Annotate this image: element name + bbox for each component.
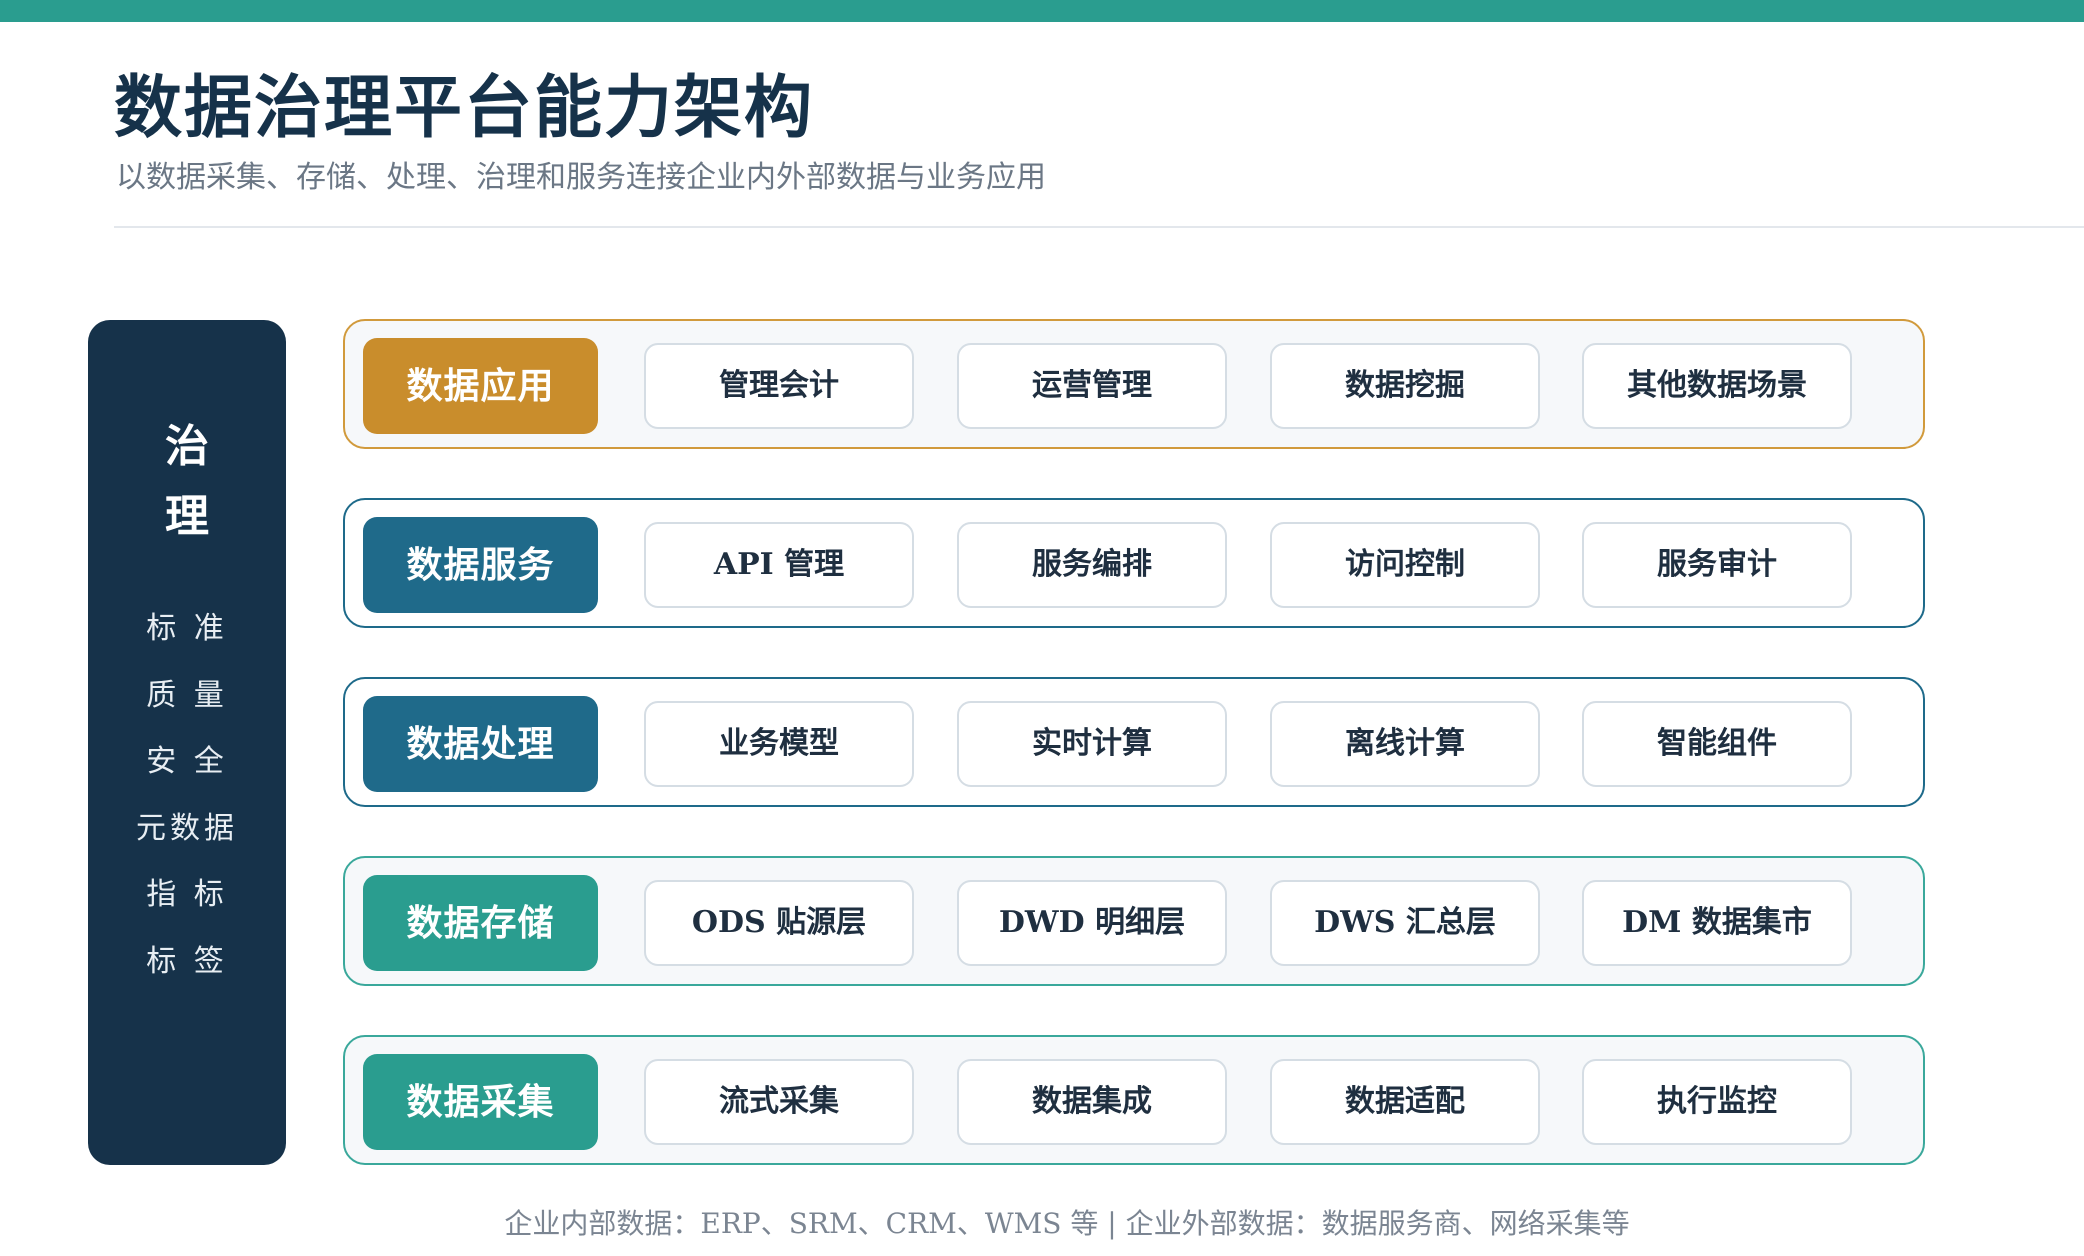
capability-chip: DWD 明细层 — [957, 880, 1227, 966]
capability-chip: DM 数据集市 — [1582, 880, 1852, 966]
capability-chip: 实时计算 — [957, 701, 1227, 787]
layer-label: 数据存储 — [363, 875, 598, 971]
capability-chip: 运营管理 — [957, 343, 1227, 429]
top-accent-band — [0, 0, 2084, 22]
governance-item-metadata: 元数据 — [136, 810, 238, 846]
governance-item-quality: 质 量 — [146, 677, 228, 713]
governance-item-tags: 标 签 — [146, 943, 228, 979]
governance-panel: 治 理 标 准 质 量 安 全 元数据 指 标 标 签 — [88, 320, 286, 1165]
governance-item-security: 安 全 — [146, 744, 228, 779]
governance-item-list: 标 准 质 量 安 全 元数据 指 标 标 签 — [88, 596, 286, 995]
capability-chip: 离线计算 — [1270, 701, 1540, 787]
capability-chip: 数据集成 — [957, 1059, 1227, 1145]
governance-title: 治 理 — [88, 412, 286, 552]
page-title: 数据治理平台能力架构 — [114, 68, 815, 148]
layer-label: 数据采集 — [363, 1054, 598, 1150]
capability-chip: 业务模型 — [644, 701, 914, 787]
capability-chip: 访问控制 — [1270, 522, 1540, 608]
data-source-footnote: 企业内部数据：ERP、SRM、CRM、WMS 等 | 企业外部数据：数据服务商、… — [0, 1202, 2084, 1242]
governance-title-char: 治 — [165, 421, 209, 472]
capability-chip: 服务审计 — [1582, 522, 1852, 608]
layer-data-collection: 数据采集 流式采集 数据集成 数据适配 执行监控 — [343, 1035, 1925, 1165]
layer-label: 数据服务 — [363, 517, 598, 613]
capability-chip: DWS 汇总层 — [1270, 880, 1540, 966]
layer-data-processing: 数据处理 业务模型 实时计算 离线计算 智能组件 — [343, 677, 1925, 807]
capability-chip: API 管理 — [644, 522, 914, 608]
capability-chip: 智能组件 — [1582, 701, 1852, 787]
layer-data-application: 数据应用 管理会计 运营管理 数据挖掘 其他数据场景 — [343, 319, 1925, 449]
layer-label: 数据应用 — [363, 338, 598, 434]
capability-chip: 数据挖掘 — [1270, 343, 1540, 429]
capability-chip: 流式采集 — [644, 1059, 914, 1145]
layer-data-storage: 数据存储 ODS 贴源层 DWD 明细层 DWS 汇总层 DM 数据集市 — [343, 856, 1925, 986]
capability-chip: 服务编排 — [957, 522, 1227, 608]
header-divider — [114, 226, 2084, 228]
page-subtitle: 以数据采集、存储、处理、治理和服务连接企业内外部数据与业务应用 — [116, 160, 1046, 195]
governance-title-char: 理 — [165, 491, 209, 542]
capability-chip: ODS 贴源层 — [644, 880, 914, 966]
capability-chip: 管理会计 — [644, 343, 914, 429]
capability-chip: 数据适配 — [1270, 1059, 1540, 1145]
layer-label: 数据处理 — [363, 696, 598, 792]
capability-chip: 其他数据场景 — [1582, 343, 1852, 429]
footnote-text: 企业内部数据：ERP、SRM、CRM、WMS 等 | 企业外部数据：数据服务商、… — [504, 1207, 1630, 1240]
governance-item-standard: 标 准 — [146, 611, 228, 646]
capability-chip: 执行监控 — [1582, 1059, 1852, 1145]
layer-data-service: 数据服务 API 管理 服务编排 访问控制 服务审计 — [343, 498, 1925, 628]
governance-item-metrics: 指 标 — [146, 877, 228, 912]
